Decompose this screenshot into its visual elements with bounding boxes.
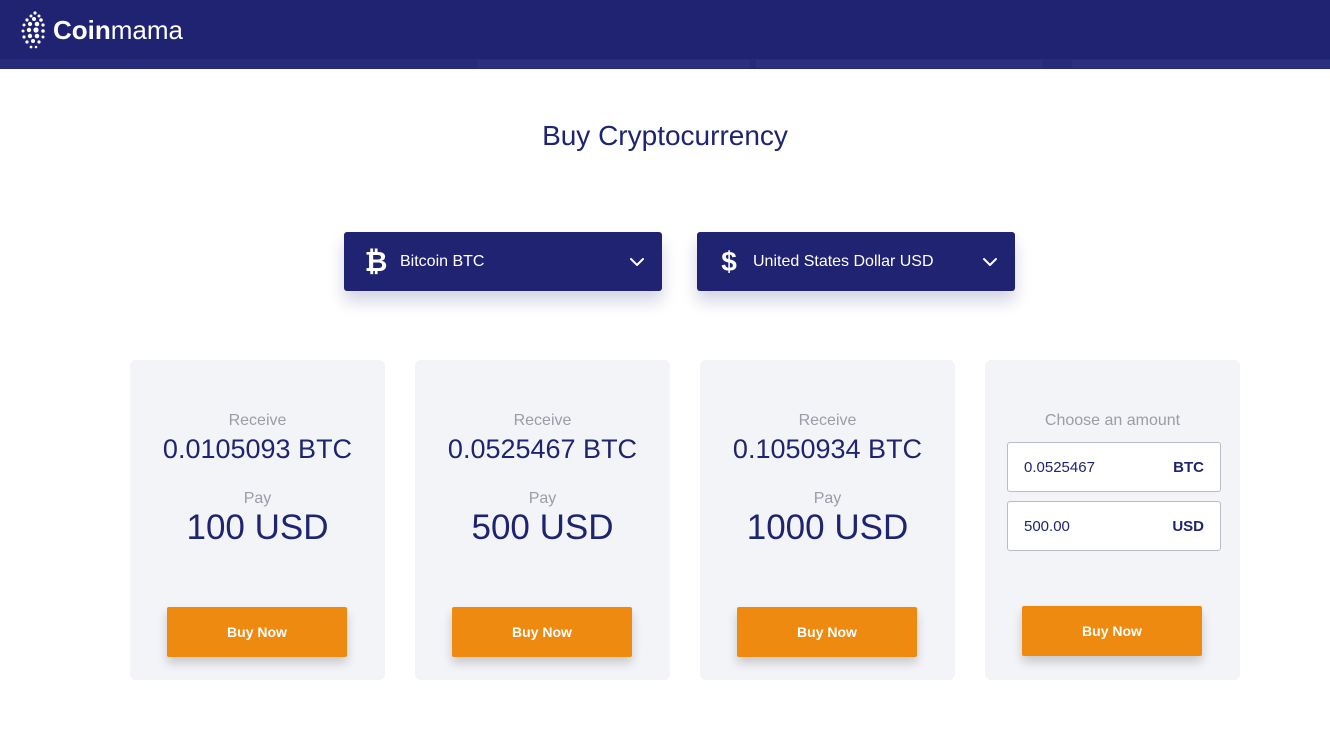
coinmama-logo-icon xyxy=(21,11,45,49)
fiat-selector[interactable]: $ United States Dollar USD xyxy=(697,232,1015,291)
fiat-selector-label: United States Dollar USD xyxy=(753,252,934,270)
buy-now-button[interactable]: Buy Now xyxy=(737,607,917,657)
pay-value: 500 USD xyxy=(471,508,614,547)
brand-name: Coin mama xyxy=(53,17,183,43)
brand-logo-link[interactable]: Coin mama xyxy=(18,9,183,51)
top-bar-strip xyxy=(0,59,1330,69)
fiat-amount-field[interactable]: USD xyxy=(1007,501,1221,551)
receive-value: 0.0525467 BTC xyxy=(447,434,638,464)
package-card-100: Receive 0.0105093 BTC Pay 100 USD Buy No… xyxy=(130,360,385,680)
receive-label: Receive xyxy=(228,412,287,429)
dollar-icon: $ xyxy=(721,245,737,277)
pay-label: Pay xyxy=(528,490,557,507)
crypto-unit-label: BTC xyxy=(1173,458,1204,476)
pay-label: Pay xyxy=(243,490,272,507)
pay-value: 1000 USD xyxy=(746,508,909,547)
crypto-amount-input[interactable] xyxy=(1024,458,1174,476)
receive-value: 0.0105093 BTC xyxy=(162,434,353,464)
receive-label: Receive xyxy=(513,412,572,429)
top-bar: Coin mama xyxy=(0,0,1330,69)
buy-now-button[interactable]: Buy Now xyxy=(452,607,632,657)
bitcoin-icon: ₿ xyxy=(364,245,388,277)
custom-amount-card: Choose an amount BTC USD Buy Now xyxy=(985,360,1240,680)
buy-now-button[interactable]: Buy Now xyxy=(1022,606,1202,656)
chevron-down-icon xyxy=(612,257,662,267)
brand-name-light: mama xyxy=(110,15,184,45)
fiat-unit-label: USD xyxy=(1172,517,1204,535)
page-title: Buy Cryptocurrency xyxy=(542,120,788,151)
nav-segment xyxy=(1072,60,1330,68)
crypto-selector[interactable]: ₿ Bitcoin BTC xyxy=(344,232,662,291)
package-card-1000: Receive 0.1050934 BTC Pay 1000 USD Buy N… xyxy=(700,360,955,680)
receive-label: Receive xyxy=(798,412,857,429)
buy-now-button[interactable]: Buy Now xyxy=(167,607,347,657)
nav-segment xyxy=(756,60,1042,68)
nav-segment xyxy=(478,60,750,68)
receive-value: 0.1050934 BTC xyxy=(732,434,923,464)
chevron-down-icon xyxy=(965,257,1015,267)
crypto-selector-label: Bitcoin BTC xyxy=(400,252,485,270)
fiat-amount-input[interactable] xyxy=(1024,517,1173,535)
pay-label: Pay xyxy=(813,490,842,507)
choose-amount-label: Choose an amount xyxy=(1044,412,1181,429)
package-card-500: Receive 0.0525467 BTC Pay 500 USD Buy No… xyxy=(415,360,670,680)
crypto-amount-field[interactable]: BTC xyxy=(1007,442,1221,492)
brand-name-bold: Coin xyxy=(53,15,111,45)
pay-value: 100 USD xyxy=(186,508,329,547)
